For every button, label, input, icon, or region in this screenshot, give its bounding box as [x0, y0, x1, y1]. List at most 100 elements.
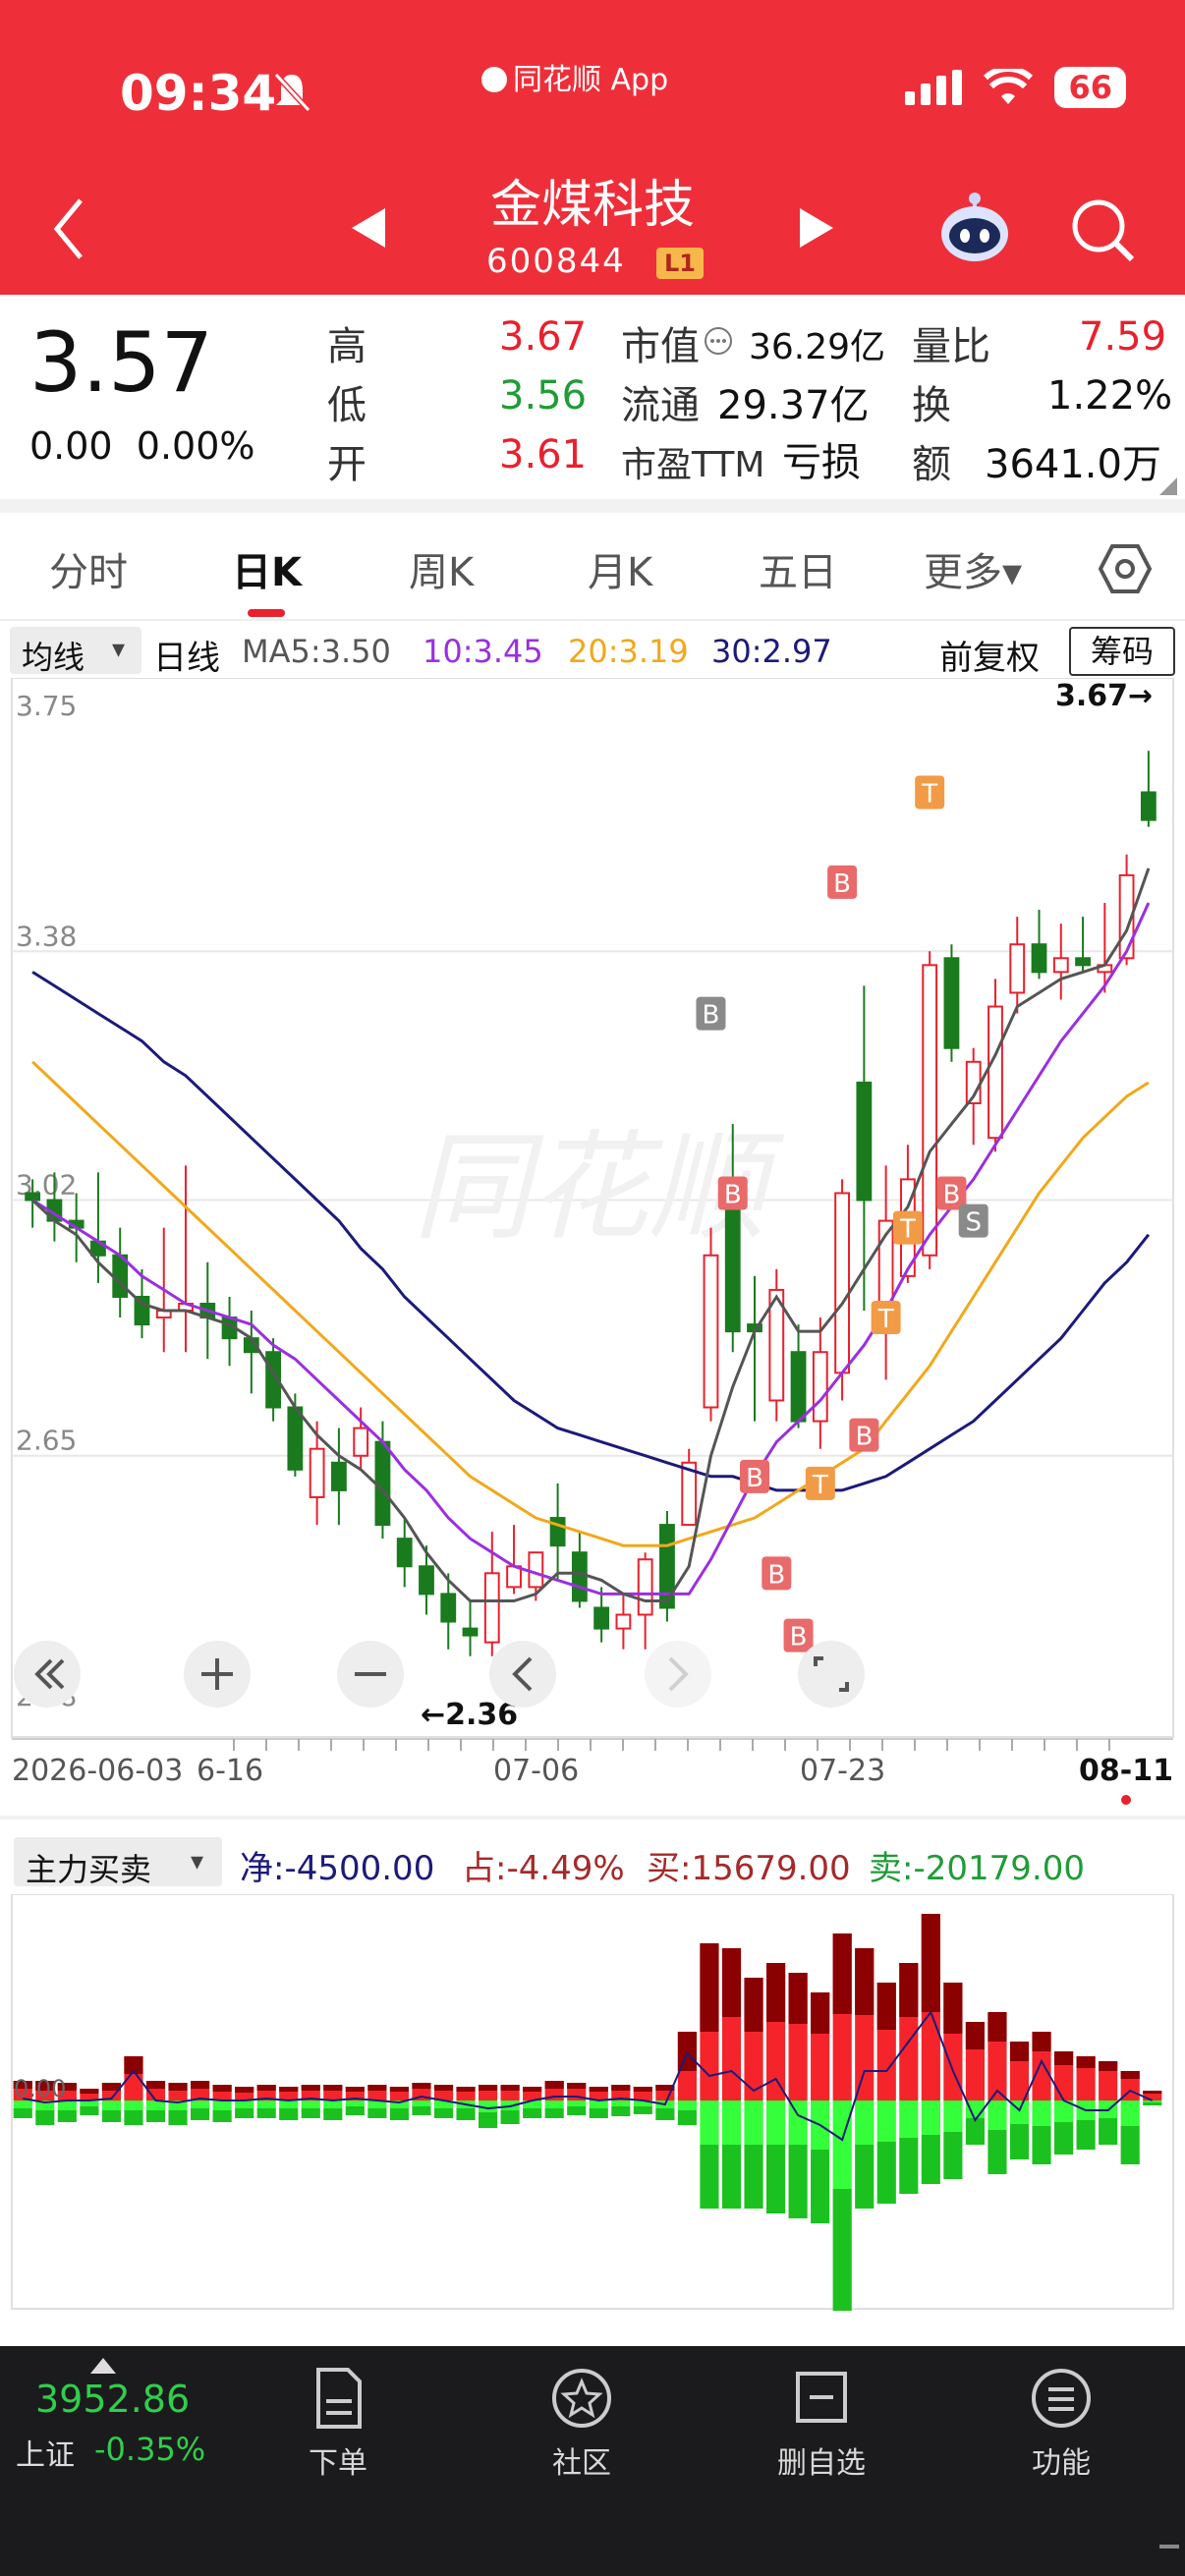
- candle-down: [419, 1565, 434, 1596]
- buy-bar-large: [567, 2083, 587, 2089]
- sell-bar: [124, 2110, 143, 2125]
- buy-bar-large: [589, 2087, 608, 2092]
- buy-bar-large: [965, 2022, 986, 2049]
- tab-monthly-k[interactable]: 月K: [588, 540, 652, 597]
- candle-up: [637, 1558, 653, 1616]
- sell-bar: [412, 2106, 431, 2115]
- candle-up: [353, 1427, 369, 1457]
- buy-bar-large: [256, 2085, 276, 2091]
- order-button[interactable]: 下单: [259, 2366, 417, 2482]
- high-value: 3.67: [499, 314, 588, 360]
- sell-bar: [35, 2110, 55, 2125]
- subchart-divider: [0, 1816, 1185, 1820]
- expand-corner-icon[interactable]: [1159, 477, 1177, 495]
- signal-marker[interactable]: B: [827, 865, 858, 899]
- menu-circle-icon: [1032, 2369, 1091, 2428]
- remove-watchlist-label: 删自选: [777, 2446, 866, 2481]
- period-label: 日线: [153, 639, 220, 678]
- community-button[interactable]: 社区: [503, 2366, 660, 2482]
- sell-bar: [212, 2110, 232, 2122]
- current-price: 3.57: [29, 314, 214, 411]
- sell-bar: [1120, 2126, 1140, 2164]
- signal-marker[interactable]: S: [958, 1204, 988, 1238]
- signal-label: T: [921, 779, 937, 809]
- more-handle-icon[interactable]: [1159, 2545, 1179, 2548]
- tab-daily-k[interactable]: 日K: [232, 540, 302, 597]
- sell-bar: [1032, 2126, 1051, 2164]
- wifi-icon: [984, 69, 1034, 104]
- adjust-mode[interactable]: 前复权: [939, 631, 1040, 679]
- high-label: 高: [327, 324, 367, 369]
- info-dots-icon[interactable]: [704, 326, 733, 356]
- step-right-button[interactable]: [645, 1641, 711, 1708]
- tab-weekly-k[interactable]: 周K: [409, 540, 474, 597]
- buy-bar-large: [1076, 2056, 1096, 2068]
- sell-bar-light: [721, 2100, 742, 2145]
- signal-marker[interactable]: B: [696, 996, 726, 1031]
- robot-assistant-icon[interactable]: [935, 189, 1014, 267]
- candle-down: [25, 1192, 41, 1202]
- zoom-out-button[interactable]: [337, 1641, 404, 1708]
- candle-down: [1031, 943, 1047, 974]
- sell-bar: [256, 2108, 276, 2118]
- main-force-selector[interactable]: 主力买卖 ▾: [14, 1837, 222, 1888]
- signal-label: B: [767, 1560, 785, 1590]
- buy-bar-large: [190, 2081, 210, 2089]
- candle-up: [834, 1192, 850, 1374]
- signal-marker[interactable]: B: [849, 1418, 879, 1452]
- sell-bar: [145, 2110, 166, 2122]
- sell-bar: [788, 2145, 808, 2218]
- remove-watchlist-button[interactable]: 删自选: [743, 2366, 900, 2482]
- low-marker: ←2.36: [421, 1698, 518, 1732]
- signal-marker[interactable]: B: [717, 1176, 748, 1210]
- scroll-left-button[interactable]: [14, 1641, 81, 1708]
- functions-button[interactable]: 功能: [983, 2366, 1140, 2482]
- settings-hexagon-icon[interactable]: [1099, 542, 1152, 595]
- sell-bar: [345, 2106, 365, 2115]
- sell-bar-light: [1120, 2100, 1140, 2126]
- buy-bar-large: [1009, 2042, 1030, 2061]
- signal-marker[interactable]: B: [783, 1618, 814, 1652]
- buy-bar-large: [168, 2083, 188, 2091]
- sell-bar-light: [744, 2100, 763, 2145]
- ma-selector[interactable]: 均线 ▾: [10, 627, 141, 676]
- open-value: 3.61: [499, 432, 588, 477]
- buy-bar-large: [943, 1983, 963, 2034]
- signal-label: B: [724, 1180, 742, 1209]
- sell-bar: [433, 2108, 454, 2118]
- tab-more[interactable]: 更多▾: [924, 540, 1022, 597]
- zero-label: 0.00: [14, 2075, 66, 2102]
- fullscreen-button[interactable]: [798, 1641, 865, 1708]
- low-value: 3.56: [499, 373, 588, 419]
- main-force-chart[interactable]: 0.00: [0, 1894, 1185, 2311]
- signal-marker[interactable]: T: [915, 775, 945, 810]
- signal-label: B: [790, 1623, 808, 1652]
- sell-bar-light: [899, 2100, 919, 2138]
- index-value[interactable]: 3952.86: [35, 2378, 190, 2421]
- vol-ratio-label: 量比: [912, 324, 990, 369]
- signal-marker[interactable]: B: [762, 1556, 792, 1591]
- chips-button[interactable]: 筹码: [1069, 627, 1175, 676]
- candle-down: [856, 1081, 873, 1202]
- signal-marker[interactable]: T: [871, 1301, 901, 1335]
- sell-bar: [1053, 2122, 1074, 2155]
- ma30-value: 30:2.97: [711, 633, 832, 670]
- buy-bar-large: [611, 2085, 631, 2091]
- low-label: 低: [327, 383, 367, 428]
- zoom-in-button[interactable]: [184, 1641, 251, 1708]
- x-label-6-16: 6-16: [197, 1754, 263, 1788]
- turnover-label: 换: [912, 383, 951, 428]
- next-stock-icon[interactable]: [798, 208, 833, 248]
- signal-marker[interactable]: T: [805, 1466, 835, 1500]
- step-left-button[interactable]: [489, 1641, 556, 1708]
- search-icon[interactable]: [1069, 196, 1136, 263]
- tab-intraday[interactable]: 分时: [49, 540, 128, 597]
- signal-marker[interactable]: B: [740, 1459, 770, 1493]
- tab-five-day[interactable]: 五日: [759, 540, 837, 597]
- signal-marker[interactable]: T: [892, 1210, 923, 1245]
- kline-chart[interactable]: 同花顺 3.753.383.022.652.28 BBBBBTBBTTTBS 3…: [0, 678, 1185, 1813]
- sell-bar-light: [765, 2100, 786, 2145]
- buy-value: 买:15679.00: [647, 1849, 851, 1888]
- sell-bar-light: [124, 2100, 143, 2110]
- sell-bar: [13, 2108, 32, 2118]
